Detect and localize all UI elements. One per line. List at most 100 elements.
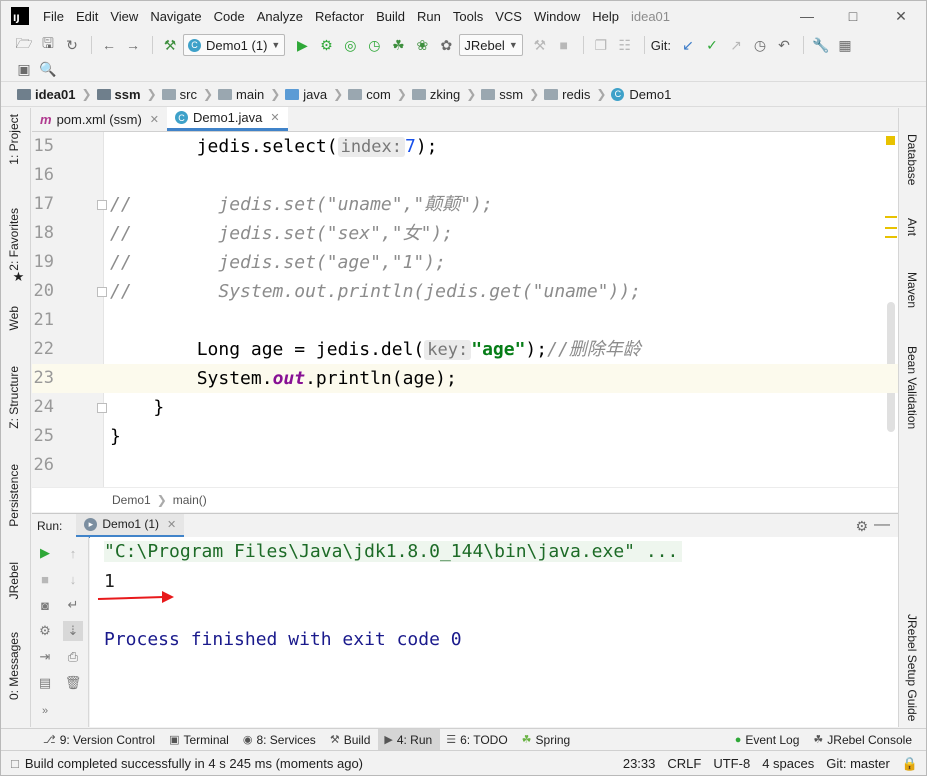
menu-vcs[interactable]: VCS xyxy=(489,9,528,24)
git-update-icon[interactable]: ↙ xyxy=(677,34,699,56)
scroll-to-end-icon[interactable]: ⇣ xyxy=(63,621,83,641)
rerun-icon[interactable]: ▶ xyxy=(35,543,55,563)
tab-jrebel-setup-guide[interactable]: JRebel Setup Guide xyxy=(905,614,919,721)
rollback-icon[interactable]: ↶ xyxy=(773,34,795,56)
forward-arrow-icon[interactable]: → xyxy=(122,34,144,56)
stop-icon[interactable]: ■ xyxy=(35,569,55,589)
camera-icon[interactable]: ◙ xyxy=(35,595,55,615)
breadcrumb-item[interactable]: java ❯ xyxy=(285,87,348,102)
git-branch[interactable]: Git: master xyxy=(826,756,890,771)
close-tab-icon[interactable]: ✕ xyxy=(167,518,176,531)
tab-jrebel-console[interactable]: ☘ JRebel Console xyxy=(807,729,920,751)
tab-build[interactable]: ⚒ Build xyxy=(324,729,379,751)
layout-icon[interactable]: ▤ xyxy=(35,673,55,693)
close-icon[interactable]: ✕ xyxy=(878,1,924,31)
fold-marker-icon[interactable] xyxy=(97,287,107,297)
tab-todo[interactable]: ☰ 6: TODO xyxy=(440,729,515,751)
print-icon[interactable]: ⎙ xyxy=(63,647,83,667)
menu-navigate[interactable]: Navigate xyxy=(144,9,207,24)
settings-disabled-icon[interactable]: ⚙ xyxy=(35,621,55,641)
tab-maven[interactable]: Maven xyxy=(905,272,919,308)
crumb-class[interactable]: Demo1 xyxy=(112,493,151,507)
terminal-window-icon[interactable]: ▣ xyxy=(13,58,35,80)
coverage-disabled-icon[interactable]: ☷ xyxy=(614,34,636,56)
menu-view[interactable]: View xyxy=(104,9,144,24)
build-hammer-icon[interactable]: ⚒ xyxy=(159,34,181,56)
tab-web[interactable]: Web xyxy=(7,306,21,330)
down-arrow-icon[interactable]: ↓ xyxy=(63,569,83,589)
menu-tools[interactable]: Tools xyxy=(447,9,489,24)
stop-icon[interactable]: ■ xyxy=(553,34,575,56)
tab-database[interactable]: Database xyxy=(905,134,919,185)
indent-setting[interactable]: 4 spaces xyxy=(762,756,814,771)
tab-messages[interactable]: 0: Messages xyxy=(7,632,21,700)
sync-icon[interactable]: ↻ xyxy=(61,34,83,56)
menu-window[interactable]: Window xyxy=(528,9,586,24)
tab-demo1-java[interactable]: C Demo1.java ✕ xyxy=(167,107,288,131)
tab-structure[interactable]: Z: Structure xyxy=(7,366,21,429)
menu-build[interactable]: Build xyxy=(370,9,411,24)
caret-position[interactable]: 23:33 xyxy=(623,756,656,771)
close-tab-icon[interactable]: ✕ xyxy=(150,113,159,126)
back-arrow-icon[interactable]: ← xyxy=(98,34,120,56)
attach-icon[interactable]: ✿ xyxy=(435,34,457,56)
fold-marker-icon[interactable] xyxy=(97,403,107,413)
debug-icon[interactable]: ⚙ xyxy=(315,34,337,56)
code-editor[interactable]: 15 jedis.select(index: 7); 16 17 // jedis… xyxy=(32,132,898,487)
run-config-select[interactable]: C Demo1 (1) ▼ xyxy=(183,34,286,56)
breadcrumb-item[interactable]: idea01 ❯ xyxy=(17,87,97,102)
menu-analyze[interactable]: Analyze xyxy=(251,9,309,24)
tab-bean-validation[interactable]: Bean Validation xyxy=(905,346,919,429)
tab-jrebel[interactable]: JRebel xyxy=(7,562,21,599)
run-console[interactable]: "C:\Program Files\Java\jdk1.8.0_144\bin\… xyxy=(90,537,898,727)
status-layout-icon[interactable]: □ xyxy=(11,756,19,771)
history-icon[interactable]: ◷ xyxy=(749,34,771,56)
search-icon[interactable]: 🔍 xyxy=(37,58,59,80)
profile-icon[interactable]: ◷ xyxy=(363,34,385,56)
close-tab-icon[interactable]: ✕ xyxy=(270,111,279,124)
run-icon[interactable]: ▶ xyxy=(291,34,313,56)
file-encoding[interactable]: UTF-8 xyxy=(713,756,750,771)
menu-run[interactable]: Run xyxy=(411,9,447,24)
minimize-icon[interactable]: — xyxy=(784,1,830,31)
breadcrumb-item[interactable]: ssm ❯ xyxy=(96,87,162,102)
breadcrumb-item[interactable]: main ❯ xyxy=(218,87,285,102)
jrebel-run-icon[interactable]: ☘ xyxy=(387,34,409,56)
open-folder-icon[interactable]: 🗁 xyxy=(13,34,35,56)
line-separator[interactable]: CRLF xyxy=(667,756,701,771)
project-structure-icon[interactable]: ▦ xyxy=(834,34,856,56)
status-message[interactable]: Build completed successfully in 4 s 245 … xyxy=(25,756,363,771)
tab-terminal[interactable]: ▣ Terminal xyxy=(163,729,237,751)
tab-run[interactable]: ▶ 4: Run xyxy=(378,728,441,751)
tab-spring[interactable]: ☘ Spring xyxy=(516,729,579,751)
minimize-panel-icon[interactable]: — xyxy=(874,516,890,534)
menu-help[interactable]: Help xyxy=(586,9,625,24)
wrench-icon[interactable]: 🔧 xyxy=(810,34,832,56)
breadcrumb-item[interactable]: com ❯ xyxy=(348,87,412,102)
run-tab-demo1[interactable]: ▸ Demo1 (1) ✕ xyxy=(76,513,185,538)
menu-refactor[interactable]: Refactor xyxy=(309,9,370,24)
breadcrumb-item[interactable]: zking ❯ xyxy=(411,87,481,102)
gear-icon[interactable]: ⚙ xyxy=(855,518,868,535)
menu-edit[interactable]: Edit xyxy=(70,9,104,24)
copy-icon[interactable]: ❐ xyxy=(590,34,612,56)
tab-persistence[interactable]: Persistence xyxy=(7,464,21,527)
git-push-icon[interactable]: ↗ xyxy=(725,34,747,56)
lock-icon[interactable]: 🔒 xyxy=(902,756,918,772)
login-icon[interactable]: ⇥ xyxy=(35,647,55,667)
tab-ant[interactable]: Ant xyxy=(905,218,919,236)
trash-icon[interactable]: 🗑 xyxy=(63,673,83,693)
save-all-icon[interactable]: 🖫 xyxy=(37,34,59,56)
jrebel-select[interactable]: JRebel ▼ xyxy=(459,34,523,56)
tab-project[interactable]: 1: Project xyxy=(7,114,21,165)
coverage-icon[interactable]: ◎ xyxy=(339,34,361,56)
menu-file[interactable]: File xyxy=(37,9,70,24)
crumb-method[interactable]: main() xyxy=(173,493,207,507)
menu-code[interactable]: Code xyxy=(208,9,251,24)
jrebel-debug-icon[interactable]: ❀ xyxy=(411,34,433,56)
breadcrumb-item[interactable]: redis ❯ xyxy=(544,87,611,102)
up-arrow-icon[interactable]: ↑ xyxy=(63,543,83,563)
tab-services[interactable]: ◉ 8: Services xyxy=(237,729,324,751)
hammer-disabled-icon[interactable]: ⚒ xyxy=(529,34,551,56)
tab-favorites[interactable]: 2: Favorites xyxy=(7,208,21,271)
